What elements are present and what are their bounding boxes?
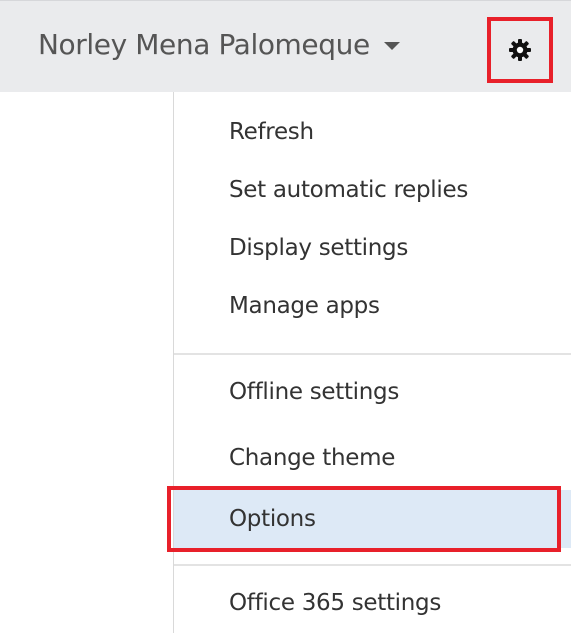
user-name: Norley Mena Palomeque — [38, 27, 370, 61]
menu-divider — [174, 564, 571, 566]
menu-item-refresh[interactable]: Refresh — [174, 103, 571, 161]
user-menu-button[interactable]: Norley Mena Palomeque — [38, 23, 400, 65]
settings-dropdown-menu: Refresh Set automatic replies Display se… — [173, 92, 571, 633]
gear-icon — [508, 38, 532, 62]
menu-item-set-automatic-replies[interactable]: Set automatic replies — [174, 161, 571, 219]
menu-divider — [174, 353, 571, 355]
menu-item-display-settings[interactable]: Display settings — [174, 219, 571, 277]
top-bar: Norley Mena Palomeque — [0, 0, 571, 92]
menu-item-manage-apps[interactable]: Manage apps — [174, 277, 571, 335]
settings-button[interactable] — [487, 17, 553, 83]
chevron-down-icon — [383, 42, 400, 50]
menu-item-change-theme[interactable]: Change theme — [174, 429, 571, 487]
screenshot-stage: Norley Mena Palomeque Refresh Set automa… — [0, 0, 571, 633]
menu-item-offline-settings[interactable]: Offline settings — [174, 363, 571, 421]
menu-item-office-365-settings[interactable]: Office 365 settings — [174, 574, 571, 632]
menu-item-options[interactable]: Options — [174, 490, 571, 548]
